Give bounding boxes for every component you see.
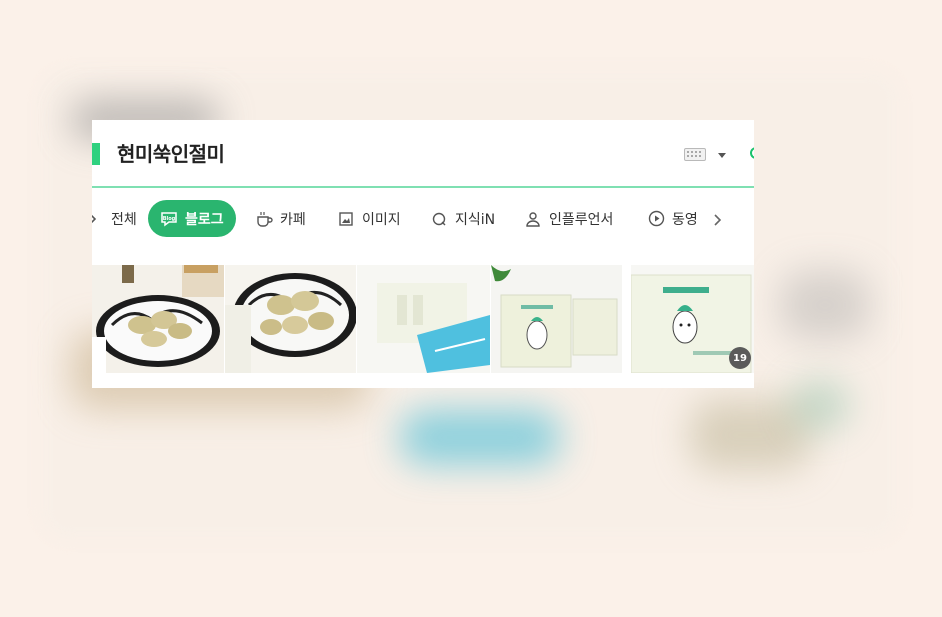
thumbnail-4[interactable] (491, 265, 622, 373)
rice-cake-plate-image (92, 265, 224, 373)
tab-blog[interactable]: Blog 블로그 (148, 200, 236, 237)
search-result-card: 현미쑥인절미 전체 Blog 블로그 카페 이미지 지식iN 인플루언서 동영 … (92, 120, 754, 388)
backdrop-blur (790, 380, 850, 430)
thumbnail-3[interactable] (357, 265, 490, 373)
search-accent-bar (92, 143, 100, 165)
tab-influencer[interactable]: 인플루언서 (524, 200, 613, 237)
influencer-icon (524, 210, 542, 228)
package-image (357, 265, 490, 373)
knowledge-icon (430, 210, 448, 228)
blog-icon: Blog (160, 210, 178, 228)
tab-label: 전체 (111, 211, 137, 228)
autocomplete-caret-icon[interactable] (718, 153, 726, 158)
image-count-badge: 19 (729, 347, 751, 369)
cafe-icon (255, 210, 273, 228)
search-query[interactable]: 현미쑥인절미 (117, 138, 225, 167)
blog-badge-text: Blog (163, 216, 176, 222)
image-icon (337, 210, 355, 228)
tab-label: 지식iN (455, 211, 496, 228)
tab-label: 이미지 (362, 211, 401, 228)
tab-cafe[interactable]: 카페 (255, 200, 306, 237)
tab-video[interactable]: 동영 (647, 200, 698, 237)
chevron-right-icon[interactable] (710, 212, 724, 226)
tab-label: 인플루언서 (549, 211, 614, 228)
backdrop-blur (780, 270, 870, 340)
tab-all[interactable]: 전체 (92, 200, 137, 237)
tab-image[interactable]: 이미지 (337, 200, 401, 237)
keyboard-icon[interactable] (684, 148, 706, 161)
tab-label: 동영 (672, 211, 698, 228)
tab-label: 블로그 (185, 211, 224, 228)
thumbnail-1[interactable] (92, 265, 224, 373)
rice-cake-plate-image (225, 265, 356, 373)
search-bar[interactable]: 현미쑥인절미 (92, 120, 754, 188)
video-icon (647, 210, 665, 228)
all-icon (92, 210, 104, 228)
tab-knowledge[interactable]: 지식iN (430, 200, 495, 237)
thumbnail-2[interactable] (225, 265, 356, 373)
tab-label: 카페 (280, 211, 306, 228)
search-button-edge[interactable] (750, 147, 754, 159)
search-tabs: 전체 Blog 블로그 카페 이미지 지식iN 인플루언서 동영 (92, 200, 754, 240)
thumbnail-strip (92, 265, 754, 388)
backdrop-blur (400, 410, 560, 465)
product-box-image (491, 265, 622, 373)
